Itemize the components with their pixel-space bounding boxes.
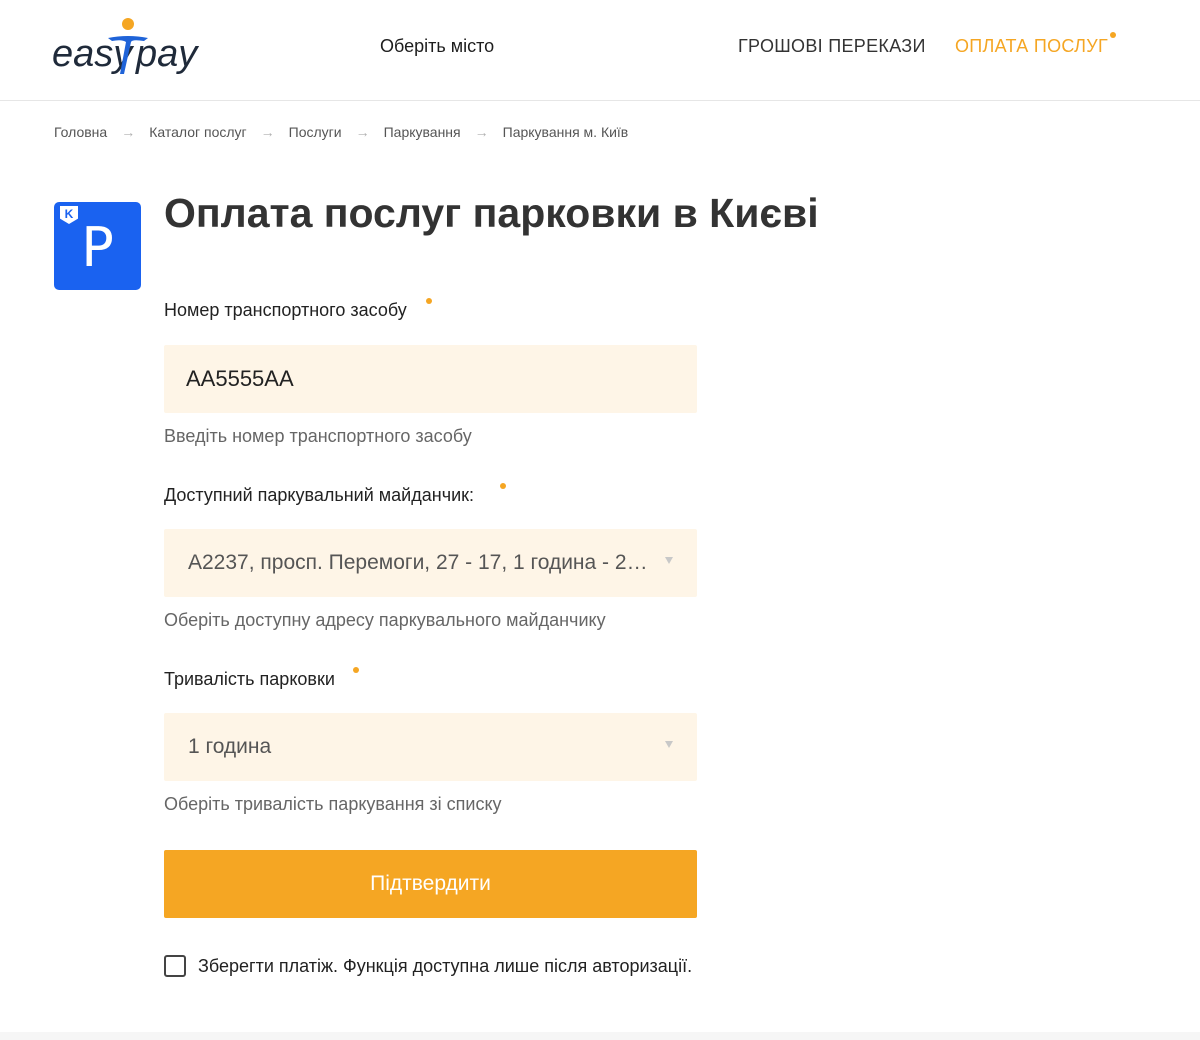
easypay-logo-icon: easy pay <box>52 18 199 75</box>
svg-text:pay: pay <box>135 33 199 75</box>
arrow-right-icon: → <box>121 124 136 140</box>
parking-letter: P <box>81 216 114 279</box>
parking-duration-value: 1 година <box>188 735 272 758</box>
save-payment-label[interactable]: Зберегти платіж. Функція доступна лише п… <box>198 956 692 977</box>
breadcrumb-parking-kyiv[interactable]: Паркування м. Київ <box>503 124 629 140</box>
parking-lot-select[interactable]: А2237, просп. Перемоги, 27 - 17, 1 годин… <box>164 529 697 597</box>
breadcrumb-parking[interactable]: Паркування <box>384 124 461 140</box>
required-dot <box>353 667 359 673</box>
save-payment-checkbox[interactable] <box>164 955 186 977</box>
caret-down-icon <box>665 741 673 748</box>
site-header: easy pay Оберіть місто ГРОШОВІ ПЕРЕКАЗИ … <box>0 0 1200 101</box>
vehicle-number-input[interactable] <box>164 345 697 413</box>
parking-service-icon: K P <box>54 202 141 290</box>
arrow-right-icon: → <box>474 124 489 140</box>
page-title: Оплата послуг парковки в Києві <box>164 190 819 236</box>
parking-lot-hint: Оберіть доступну адресу паркувального ма… <box>164 610 606 630</box>
parking-duration-select[interactable]: 1 година <box>164 713 697 781</box>
city-selector[interactable]: Оберіть місто <box>380 36 494 57</box>
parking-duration-label: Тривалість парковки <box>164 669 335 689</box>
nav-payment-services[interactable]: ОПЛАТА ПОСЛУГ <box>955 36 1108 57</box>
footer-strip <box>0 1032 1200 1040</box>
parking-duration-hint: Оберіть тривалість паркування зі списку <box>164 794 502 814</box>
caret-down-icon <box>665 557 673 564</box>
nav-active-dot <box>1110 32 1116 38</box>
parking-lot-value: А2237, просп. Перемоги, 27 - 17, 1 годин… <box>188 551 658 574</box>
breadcrumb-services[interactable]: Послуги <box>289 124 342 140</box>
arrow-right-icon: → <box>260 124 275 140</box>
nav-money-transfers[interactable]: ГРОШОВІ ПЕРЕКАЗИ <box>738 36 926 57</box>
confirm-button[interactable]: Підтвердити <box>164 850 697 918</box>
breadcrumb-catalog[interactable]: Каталог послуг <box>149 124 246 140</box>
arrow-right-icon: → <box>355 124 370 140</box>
vehicle-number-label: Номер транспортного засобу <box>164 300 407 320</box>
required-dot <box>500 483 506 489</box>
breadcrumb-home[interactable]: Головна <box>54 124 107 140</box>
breadcrumb: Головна → Каталог послуг → Послуги → Пар… <box>54 122 628 142</box>
parking-lot-label: Доступний паркувальний майданчик: <box>164 485 474 505</box>
required-dot <box>426 298 432 304</box>
vehicle-number-hint: Введіть номер транспортного засобу <box>164 426 472 446</box>
easypay-logo[interactable]: easy pay <box>52 18 202 80</box>
